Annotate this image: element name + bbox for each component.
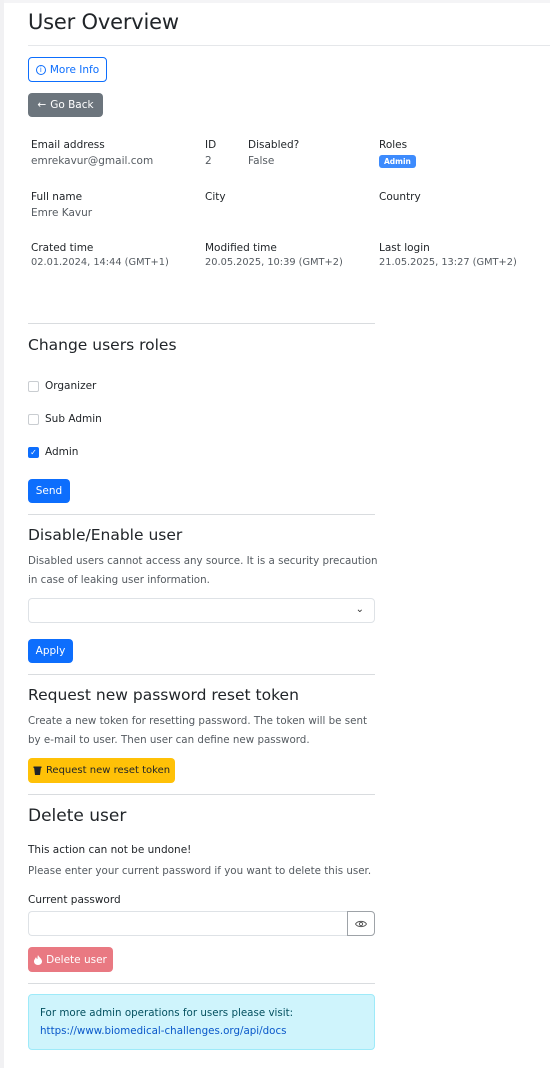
section-divider [28,983,375,984]
country-label: Country [379,191,421,203]
disable-description: Disabled users cannot access any source.… [28,555,378,586]
delete-heading: Delete user [28,806,127,826]
admin-docs-alert: For more admin operations for users plea… [28,994,375,1050]
section-divider [28,514,375,515]
roles-label: Roles [379,139,408,151]
organizer-checkbox[interactable] [28,380,39,392]
city-label: City [205,191,226,203]
more-info-label: More Info [49,63,100,76]
disable-status-select[interactable]: ⌄ [28,598,375,623]
send-button[interactable]: Send [28,479,70,503]
roles-heading: Change users roles [28,336,177,354]
organizer-label: Organizer [45,380,97,392]
admin-label: Admin [45,446,79,458]
page-title: User Overview [28,10,179,34]
eye-icon [355,920,367,927]
arrow-left-icon: ← [37,99,47,111]
current-password-label: Current password [28,894,121,906]
go-back-label: Go Back [50,99,94,111]
email-value: emrekavur@gmail.com [31,155,154,167]
role-option-admin[interactable]: ✓ Admin [28,446,78,458]
go-back-button[interactable]: ← Go Back [28,93,103,117]
fullname-value: Emre Kavur [31,207,93,219]
disabled-value: False [248,155,275,167]
fire-icon [34,954,43,965]
toggle-password-visibility-button[interactable] [347,911,375,936]
id-label: ID [205,139,217,151]
lastlogin-label: Last login [379,242,430,254]
section-divider [28,794,375,795]
chevron-down-icon: ⌄ [355,604,364,615]
bucket-icon [33,766,42,775]
admin-checkbox[interactable]: ✓ [28,446,39,458]
info-circle-icon: i [35,64,46,75]
disabled-label: Disabled? [248,139,300,151]
delete-user-label: Delete user [46,953,107,966]
role-badge-admin: Admin [379,155,416,168]
created-label: Crated time [31,242,94,254]
left-strip [0,0,4,1068]
request-reset-token-button[interactable]: Request new reset token [28,758,175,783]
section-divider [28,674,375,675]
delete-instruction: Please enter your current password if yo… [28,865,372,877]
fullname-label: Full name [31,191,83,203]
more-info-button[interactable]: i More Info [28,57,107,82]
sub-admin-label: Sub Admin [45,413,102,425]
role-option-sub-admin[interactable]: Sub Admin [28,413,102,425]
id-value: 2 [205,155,212,167]
email-label: Email address [31,139,105,151]
reset-heading: Request new password reset token [28,686,299,704]
reset-description: Create a new token for resetting passwor… [28,715,368,746]
request-reset-token-label: Request new reset token [45,765,171,776]
admin-docs-text: For more admin operations for users plea… [40,1007,294,1019]
role-option-organizer[interactable]: Organizer [28,380,96,392]
delete-user-button[interactable]: Delete user [28,947,113,972]
created-value: 02.01.2024, 14:44 (GMT+1) [31,257,169,268]
admin-docs-link[interactable]: https://www.biomedical-challenges.org/ap… [40,1022,363,1040]
modified-value: 20.05.2025, 10:39 (GMT+2) [205,257,343,268]
sub-admin-checkbox[interactable] [28,413,39,425]
delete-warning: This action can not be undone! [28,844,192,856]
modified-label: Modified time [205,242,277,254]
apply-button[interactable]: Apply [28,639,73,663]
top-strip [0,0,550,3]
current-password-field[interactable] [28,911,347,936]
disable-heading: Disable/Enable user [28,526,183,544]
section-divider [28,323,375,324]
lastlogin-value: 21.05.2025, 13:27 (GMT+2) [379,257,517,268]
title-divider [28,45,550,46]
